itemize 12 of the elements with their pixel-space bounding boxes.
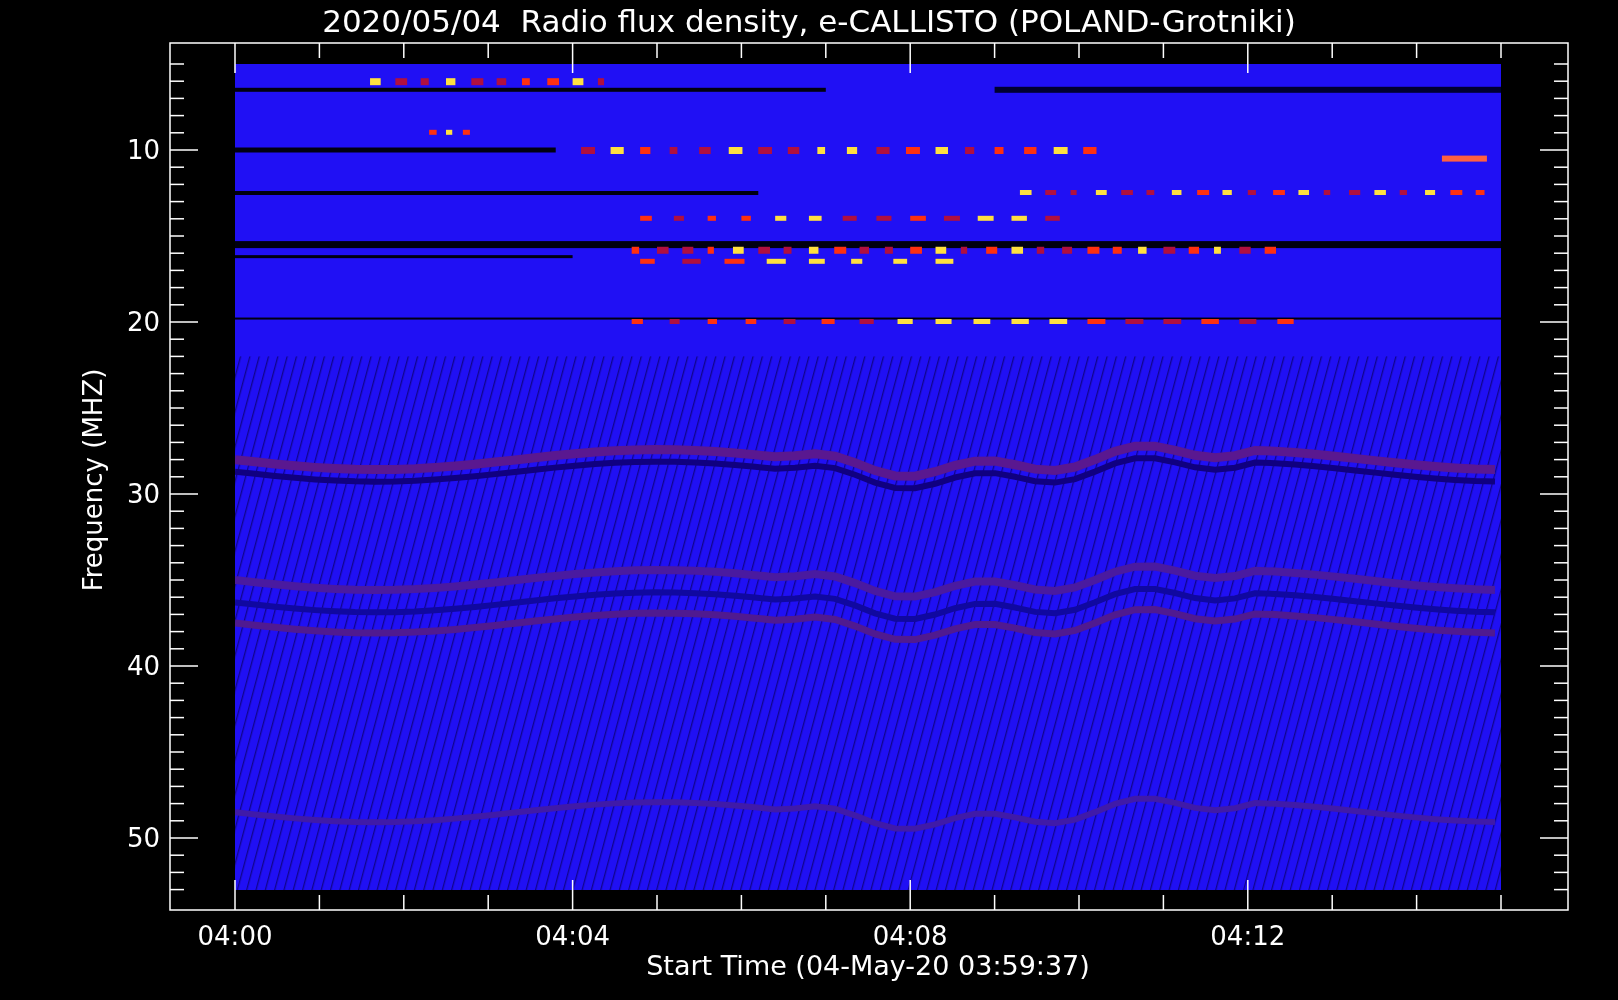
y-tick-label: 10 xyxy=(126,135,160,165)
y-axis-label: Frequency (MHZ) xyxy=(78,368,108,592)
x-tick-label: 04:04 xyxy=(535,921,611,951)
y-tick-label: 40 xyxy=(126,651,160,681)
x-axis-label: Start Time (04-May-20 03:59:37) xyxy=(646,950,1090,981)
x-tick-label: 04:00 xyxy=(197,921,273,951)
x-tick-label: 04:12 xyxy=(1210,921,1286,951)
y-tick-label: 30 xyxy=(126,479,160,509)
y-tick-label: 50 xyxy=(126,823,160,853)
y-tick-label: 20 xyxy=(126,307,160,337)
x-tick-label: 04:08 xyxy=(872,921,948,951)
chart-title: 2020/05/04 Radio flux density, e-CALLISTO (POLAND-Grotniki) xyxy=(322,3,1296,39)
